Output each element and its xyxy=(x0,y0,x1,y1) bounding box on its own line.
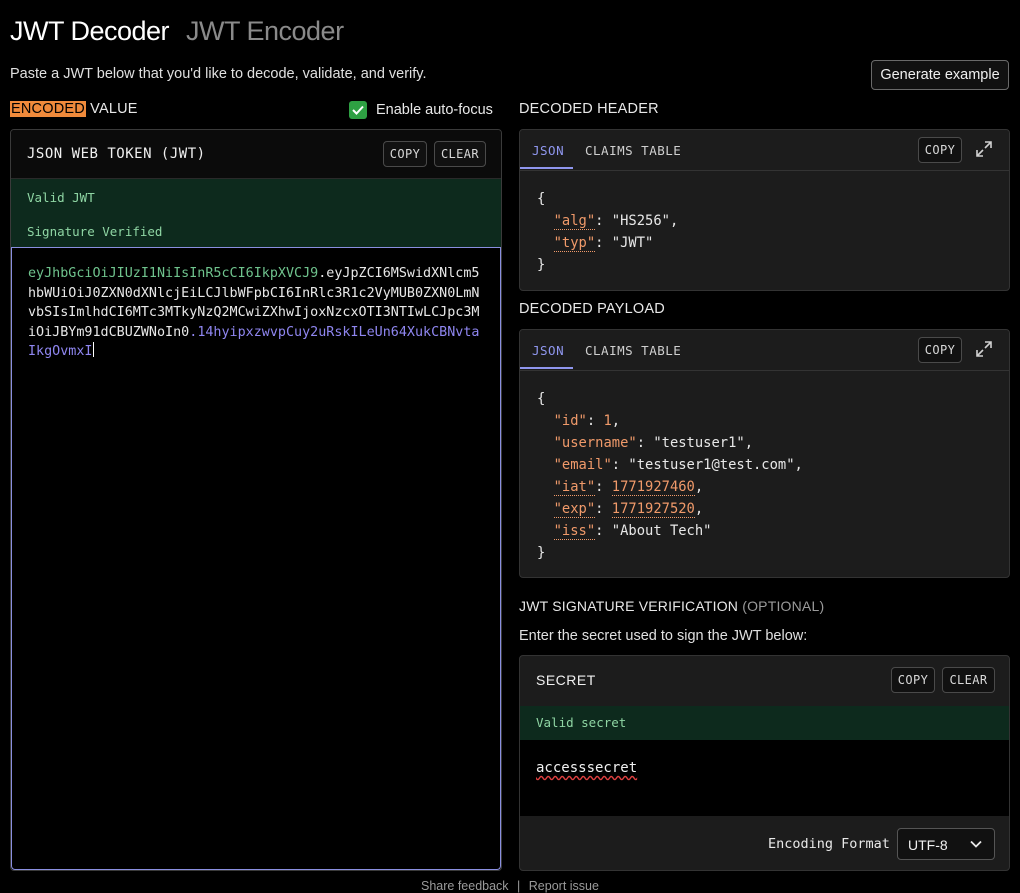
json-key-alg: "alg" xyxy=(553,213,596,230)
autofocus-toggle[interactable]: Enable auto-focus xyxy=(349,101,493,119)
json-value-iss: "About Tech" xyxy=(611,523,712,539)
encoding-format-select[interactable]: UTF-8 xyxy=(897,828,995,860)
decoded-payload-label: DECODED PAYLOAD xyxy=(519,301,665,317)
generate-example-button[interactable]: Generate example xyxy=(871,60,1009,90)
chevron-down-icon xyxy=(970,840,982,848)
jwt-status-bar: Valid JWT Signature Verified xyxy=(11,179,501,247)
json-key-iat: "iat" xyxy=(553,479,596,496)
footer-links: Share feedback | Report issue xyxy=(421,879,599,893)
tab-header-json[interactable]: JSON xyxy=(532,143,564,158)
copy-jwt-button[interactable]: COPY xyxy=(383,141,427,167)
footer-separator: | xyxy=(517,879,521,893)
tab-jwt-decoder[interactable]: JWT Decoder xyxy=(10,16,170,47)
autofocus-label: Enable auto-focus xyxy=(376,102,493,118)
encoded-panel-header: JSON WEB TOKEN (JWT) COPY CLEAR xyxy=(11,130,501,179)
token-header-part: eyJhbGciOiJIUzI1NiIsInR5cCI6IkpXVCJ9 xyxy=(28,266,319,281)
decoded-header-json: { "alg": "HS256", "typ": "JWT" } xyxy=(537,191,679,273)
clear-jwt-button[interactable]: CLEAR xyxy=(434,141,486,167)
clear-secret-button[interactable]: CLEAR xyxy=(942,667,995,693)
json-key-id: "id" xyxy=(553,413,587,429)
encoding-format-value: UTF-8 xyxy=(908,837,948,853)
tab-header-claims-table[interactable]: CLAIMS TABLE xyxy=(585,143,681,158)
decoded-header-panel: JSON CLAIMS TABLE COPY { "alg": "HS256",… xyxy=(519,129,1010,291)
json-key-exp: "exp" xyxy=(553,501,596,518)
tab-jwt-encoder[interactable]: JWT Encoder xyxy=(186,16,344,47)
secret-input[interactable]: accesssecret xyxy=(520,740,1009,816)
jwt-panel-title: JSON WEB TOKEN (JWT) xyxy=(27,146,206,162)
secret-value: accesssecret xyxy=(536,760,638,776)
decoded-payload-json: { "id": 1, "username": "testuser1", "ema… xyxy=(537,391,803,561)
json-key-email: "email" xyxy=(553,457,612,473)
expand-icon[interactable] xyxy=(975,340,993,358)
page-subtitle: Paste a JWT below that you'd like to dec… xyxy=(10,66,427,82)
json-value-exp: 1771927520 xyxy=(611,501,695,518)
verification-title: JWT SIGNATURE VERIFICATION xyxy=(519,598,739,614)
active-tab-indicator xyxy=(520,367,573,369)
json-brace: } xyxy=(537,257,546,273)
json-key-username: "username" xyxy=(553,435,637,451)
encoded-value-label: ENCODED VALUE xyxy=(10,101,138,117)
json-value-email: "testuser1@test.com" xyxy=(628,457,795,473)
secret-status-bar: Valid secret xyxy=(520,706,1009,740)
encoded-jwt-panel: JSON WEB TOKEN (JWT) COPY CLEAR Valid JW… xyxy=(10,129,502,871)
json-brace: } xyxy=(537,545,546,561)
optional-tag: (OPTIONAL) xyxy=(742,598,825,614)
report-issue-link[interactable]: Report issue xyxy=(529,879,599,893)
secret-instruction: Enter the secret used to sign the JWT be… xyxy=(519,628,808,644)
json-brace: { xyxy=(537,391,546,407)
valid-jwt-status: Valid JWT xyxy=(27,190,95,205)
tab-payload-json[interactable]: JSON xyxy=(532,343,564,358)
secret-panel: SECRET COPY CLEAR Valid secret accesssec… xyxy=(519,655,1010,871)
share-feedback-link[interactable]: Share feedback xyxy=(421,879,509,893)
encoding-format-label: Encoding Format xyxy=(768,836,890,852)
encoded-label-rest: VALUE xyxy=(85,101,138,117)
json-value-alg: "HS256" xyxy=(611,213,670,229)
expand-icon[interactable] xyxy=(975,140,993,158)
decoded-header-label: DECODED HEADER xyxy=(519,101,659,117)
json-value-typ: "JWT" xyxy=(611,235,654,251)
decoded-payload-tabs: JSON CLAIMS TABLE COPY xyxy=(520,330,1009,371)
decoded-payload-panel: JSON CLAIMS TABLE COPY { "id": 1, "usern… xyxy=(519,329,1010,578)
json-value-username: "testuser1" xyxy=(653,435,745,451)
tab-payload-claims-table[interactable]: CLAIMS TABLE xyxy=(585,343,681,358)
copy-header-button[interactable]: COPY xyxy=(918,137,962,163)
secret-panel-title: SECRET xyxy=(536,672,596,688)
active-tab-indicator xyxy=(520,167,573,169)
encoded-highlight: ENCODED xyxy=(10,101,86,117)
json-brace: { xyxy=(537,191,546,207)
checkbox-checked-icon[interactable] xyxy=(349,101,367,119)
copy-payload-button[interactable]: COPY xyxy=(918,337,962,363)
json-value-id: 1 xyxy=(603,413,612,429)
copy-secret-button[interactable]: COPY xyxy=(891,667,935,693)
decoded-header-tabs: JSON CLAIMS TABLE COPY xyxy=(520,130,1009,171)
text-caret xyxy=(92,342,94,357)
valid-secret-status: Valid secret xyxy=(536,715,627,730)
json-value-iat: 1771927460 xyxy=(611,479,695,496)
signature-verified-status: Signature Verified xyxy=(27,224,163,239)
json-key-iss: "iss" xyxy=(553,523,596,540)
jwt-input[interactable]: eyJhbGciOiJIUzI1NiIsInR5cCI6IkpXVCJ9.eyJ… xyxy=(11,247,501,870)
json-key-typ: "typ" xyxy=(553,235,596,252)
signature-verification-label: JWT SIGNATURE VERIFICATION (OPTIONAL) xyxy=(519,598,824,614)
